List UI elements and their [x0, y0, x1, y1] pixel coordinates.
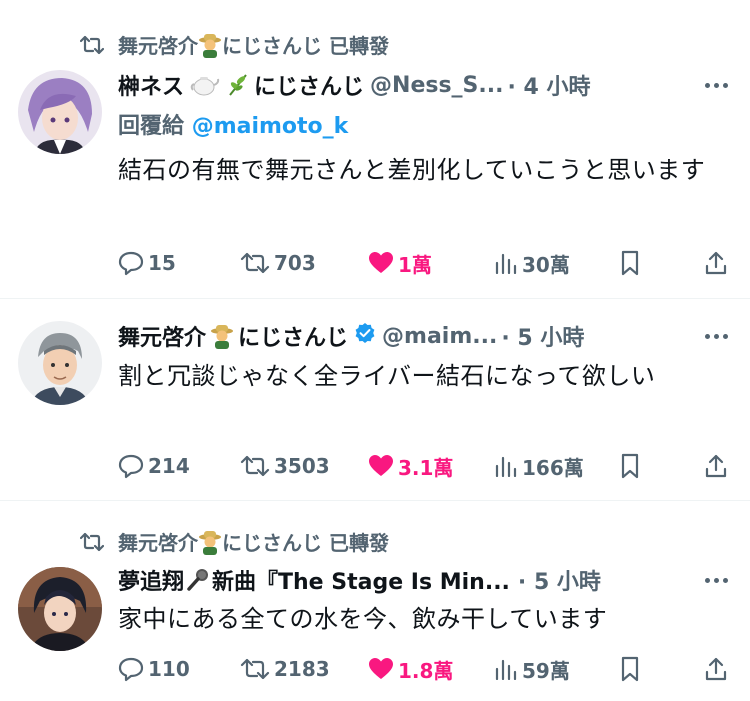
farmer-emoji-icon: [198, 529, 222, 555]
retweet-button[interactable]: 3503: [240, 451, 330, 481]
reply-count: 15: [148, 251, 176, 275]
timestamp[interactable]: · 5 小時: [518, 564, 601, 596]
display-name[interactable]: 夢追翔: [118, 564, 184, 596]
retweet-context[interactable]: 舞元啓介 にじさんじ 已轉發: [80, 30, 389, 59]
bookmark-icon: [621, 250, 639, 276]
retweet-button[interactable]: 2183: [240, 654, 330, 684]
heart-icon: [369, 658, 393, 679]
bookmark-button[interactable]: [620, 248, 640, 278]
retweet-count: 2183: [274, 657, 330, 681]
reply-icon: [118, 251, 144, 276]
retweet-context[interactable]: 舞元啓介 にじさんじ 已轉發: [80, 527, 389, 556]
avatar[interactable]: [18, 70, 102, 154]
action-bar: 110 2183 1.8萬 59萬: [118, 654, 730, 684]
display-name-suffix: 新曲『The Stage Is Min...: [212, 570, 510, 595]
share-icon: [705, 454, 727, 478]
tweet-header: 榊ネス にじさんじ @Ness_S... · 4 小時: [118, 69, 726, 101]
reply-mention-link[interactable]: @maimoto_k: [192, 114, 349, 139]
reply-to-line: 回覆給 @maimoto_k: [118, 114, 349, 139]
analytics-icon: [495, 456, 517, 477]
avatar[interactable]: [18, 321, 102, 405]
handle[interactable]: @Ness_S...: [370, 73, 503, 98]
reply-count: 214: [148, 454, 190, 478]
reply-button[interactable]: 214: [118, 451, 190, 481]
bookmark-icon: [621, 656, 639, 682]
analytics-icon: [495, 659, 517, 680]
farmer-emoji-icon: [198, 32, 222, 58]
views-button[interactable]: 166萬: [494, 451, 584, 481]
share-icon: [705, 657, 727, 681]
reply-button[interactable]: 110: [118, 654, 190, 684]
display-name[interactable]: 榊ネス: [118, 69, 184, 101]
timestamp[interactable]: · 4 小時: [507, 69, 590, 101]
reply-button[interactable]: 15: [118, 248, 176, 278]
display-name-suffix: にじさんじ: [238, 326, 349, 351]
view-count: 166萬: [522, 455, 584, 480]
like-count: 1.8萬: [398, 658, 454, 683]
reply-icon: [118, 454, 144, 479]
heart-icon: [369, 252, 393, 273]
views-button[interactable]: 59萬: [494, 654, 570, 684]
like-button[interactable]: 1.8萬: [368, 654, 453, 684]
retweet-count: 703: [274, 251, 316, 275]
more-options-icon[interactable]: [705, 578, 728, 583]
view-count: 30萬: [522, 252, 570, 277]
like-count: 1萬: [398, 252, 432, 277]
teapot-emoji-icon: [190, 74, 220, 96]
bookmark-button[interactable]: [620, 451, 640, 481]
share-button[interactable]: [704, 654, 728, 684]
microphone-emoji-icon: [186, 568, 210, 592]
farmer-emoji-icon: [210, 323, 234, 349]
verified-badge-icon: [354, 322, 376, 350]
like-button[interactable]: 3.1萬: [368, 451, 453, 481]
herb-emoji-icon: [226, 73, 250, 97]
tweet-2[interactable]: 舞元啓介 にじさんじ @maim... · 5 小時 割と冗談じゃなく全ライバー…: [0, 299, 750, 500]
action-bar: 214 3503 3.1萬 166萬: [118, 451, 730, 481]
retweet-count: 3503: [274, 454, 330, 478]
reply-count: 110: [148, 657, 190, 681]
share-button[interactable]: [704, 248, 728, 278]
timestamp[interactable]: · 5 小時: [501, 320, 584, 352]
retweet-icon: [80, 531, 104, 553]
retweet-icon: [240, 252, 270, 274]
analytics-icon: [495, 253, 517, 274]
reply-icon: [118, 657, 144, 682]
tweet-header: 夢追翔 新曲『The Stage Is Min... · 5 小時: [118, 565, 726, 595]
display-name-suffix: にじさんじ: [254, 75, 365, 100]
view-count: 59萬: [522, 658, 570, 683]
tweet-header: 舞元啓介 にじさんじ @maim... · 5 小時: [118, 321, 726, 351]
avatar[interactable]: [18, 567, 102, 651]
more-options-icon[interactable]: [705, 334, 728, 339]
handle[interactable]: @maim...: [382, 324, 497, 349]
bookmark-icon: [621, 453, 639, 479]
tweet-text: 結石の有無で舞元さんと差別化していこうと思います: [118, 156, 706, 184]
retweet-icon: [240, 658, 270, 680]
share-icon: [705, 251, 727, 275]
views-button[interactable]: 30萬: [494, 248, 570, 278]
share-button[interactable]: [704, 451, 728, 481]
retweet-icon: [80, 34, 104, 56]
tweet-1[interactable]: 舞元啓介 にじさんじ 已轉發 榊ネス にじさんじ @Ness_S... · 4 …: [0, 0, 750, 298]
action-bar: 15 703 1萬 30萬: [118, 248, 730, 278]
heart-icon: [369, 455, 393, 476]
retweet-icon: [240, 455, 270, 477]
tweet-3[interactable]: 舞元啓介 にじさんじ 已轉發 夢追翔 新曲『The Stage Is Min..…: [0, 501, 750, 701]
like-count: 3.1萬: [398, 455, 454, 480]
display-name[interactable]: 舞元啓介: [118, 320, 206, 352]
bookmark-button[interactable]: [620, 654, 640, 684]
more-options-icon[interactable]: [705, 83, 728, 88]
tweet-text: 家中にある全ての水を今、飲み干しています: [118, 605, 608, 633]
like-button[interactable]: 1萬: [368, 248, 432, 278]
tweet-text: 割と冗談じゃなく全ライバー結石になって欲しい: [118, 362, 656, 390]
retweet-button[interactable]: 703: [240, 248, 316, 278]
